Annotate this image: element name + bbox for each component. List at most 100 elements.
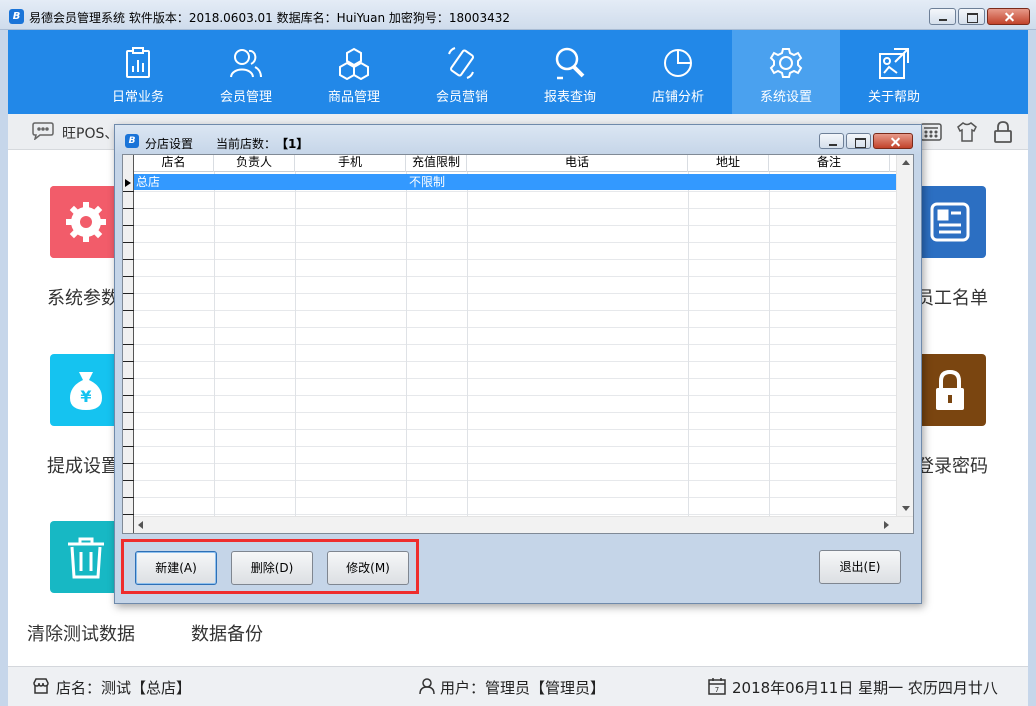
grid-row-line (134, 412, 896, 413)
branch-settings-dialog: B 分店设置 当前店数： 【1】 店名 负责人 手机 充值限制 电话 地址 备注… (114, 124, 922, 604)
grid-row-line (134, 395, 896, 396)
row-header-line (123, 395, 134, 396)
column-header-address[interactable]: 地址 (688, 155, 769, 172)
app-logo-icon: B (125, 134, 139, 148)
chat-icon[interactable] (32, 122, 54, 140)
column-header-manager[interactable]: 负责人 (214, 155, 295, 172)
row-header-line (123, 191, 134, 192)
nav-store-analysis[interactable]: 店铺分析 (624, 30, 732, 114)
nav-product-management[interactable]: 商品管理 (300, 30, 408, 114)
new-button[interactable]: 新建(A) (135, 551, 217, 585)
staff-list-tile[interactable] (914, 186, 986, 258)
lock-icon[interactable] (992, 121, 1014, 143)
login-password-label: 登录密码 (916, 456, 988, 477)
pie-chart-icon (664, 49, 692, 77)
nav-label: 系统设置 (759, 90, 812, 105)
maximize-button[interactable] (958, 8, 985, 25)
grid-row-line (134, 446, 896, 447)
branch-grid[interactable]: 店名 负责人 手机 充值限制 电话 地址 备注 总店 不限制 (122, 154, 914, 534)
row-header-line (123, 327, 134, 328)
grid-row-line (134, 242, 896, 243)
grid-column-line (406, 172, 407, 516)
document-list-icon (930, 202, 970, 242)
horizontal-scrollbar[interactable] (134, 516, 913, 533)
nav-daily-business[interactable]: 日常业务 (84, 30, 192, 114)
window-frame-right (1028, 30, 1036, 706)
grid-row-line (134, 480, 896, 481)
column-header-note[interactable]: 备注 (769, 155, 890, 172)
scroll-up-icon[interactable] (902, 160, 910, 165)
users-icon (230, 49, 262, 78)
column-header-store-name[interactable]: 店名 (134, 155, 214, 172)
column-header-recharge-limit[interactable]: 充值限制 (406, 155, 467, 172)
nav-label: 关于帮助 (867, 90, 920, 105)
grid-row-line (134, 259, 896, 260)
grid-column-line (467, 172, 468, 516)
table-row[interactable] (134, 174, 896, 190)
nav-label: 日常业务 (111, 90, 164, 105)
user-icon (419, 678, 435, 695)
row-header-line (123, 446, 134, 447)
row-header-line (123, 412, 134, 413)
gear-icon (66, 202, 106, 242)
grid-row-line (134, 429, 896, 430)
pos-link[interactable]: 旺POS、 (62, 123, 118, 143)
edit-button[interactable]: 修改(M) (327, 551, 409, 585)
boxes-icon (339, 47, 369, 80)
app-logo-icon: B (9, 9, 24, 24)
login-password-tile[interactable] (914, 354, 986, 426)
scroll-right-icon[interactable] (884, 521, 889, 529)
phone-icon (448, 47, 475, 79)
grid-row-line (134, 514, 896, 515)
exit-button[interactable]: 退出(E) (819, 550, 901, 584)
scroll-down-icon[interactable] (902, 506, 910, 511)
dialog-title: 分店设置 (145, 137, 194, 151)
grid-column-line (295, 172, 296, 516)
nav-member-marketing[interactable]: 会员营销 (408, 30, 516, 114)
row-header-column (123, 155, 134, 533)
nav-member-management[interactable]: 会员管理 (192, 30, 300, 114)
user-status: 用户：管理员【管理员】 (440, 679, 606, 697)
grid-row-line (134, 463, 896, 464)
shirt-icon[interactable] (956, 121, 978, 143)
grid-row-line (134, 191, 896, 192)
calculator-icon[interactable] (920, 121, 942, 143)
nav-report-query[interactable]: 报表查询 (516, 30, 624, 114)
row-header-line (123, 497, 134, 498)
title-bar: B 易德会员管理系统 软件版本：2018.0603.01 数据库名：HuiYua… (0, 0, 1036, 30)
grid-header: 店名 负责人 手机 充值限制 电话 地址 备注 (134, 155, 896, 172)
minimize-button[interactable] (929, 8, 956, 25)
clear-test-data-label: 清除测试数据 (27, 624, 135, 645)
close-button[interactable] (987, 8, 1030, 25)
dialog-minimize-button[interactable] (819, 133, 844, 149)
top-nav: 日常业务 会员管理 商品管理 会员营销 报表查询 店铺分析 系统设置 关于帮助 (8, 30, 1028, 114)
current-row-indicator-icon (125, 179, 131, 187)
help-icon (879, 48, 909, 79)
column-header-mobile[interactable]: 手机 (295, 155, 406, 172)
row-header-line (123, 378, 134, 379)
nav-system-settings[interactable]: 系统设置 (732, 30, 840, 114)
store-name-status: 店名：测试【总店】 (56, 679, 192, 697)
grid-column-line (214, 172, 215, 516)
data-backup-label[interactable]: 数据备份 (191, 620, 263, 646)
delete-button[interactable]: 删除(D) (231, 551, 313, 585)
vertical-scrollbar[interactable] (896, 155, 913, 516)
column-header-phone[interactable]: 电话 (467, 155, 688, 172)
grid-row-line (134, 327, 896, 328)
nav-about-help[interactable]: 关于帮助 (840, 30, 948, 114)
grid-row-line (134, 276, 896, 277)
dialog-close-button[interactable] (873, 133, 913, 149)
scroll-left-icon[interactable] (138, 521, 143, 529)
nav-label: 会员营销 (435, 90, 488, 105)
clear-test-data-tile[interactable] (50, 521, 122, 593)
calendar-icon: 7 (708, 678, 726, 695)
commission-tile[interactable]: ¥ (50, 354, 122, 426)
dialog-maximize-button[interactable] (846, 133, 871, 149)
nav-label: 店铺分析 (651, 90, 704, 105)
row-header-line (123, 225, 134, 226)
status-bar: 店名：测试【总店】 用户：管理员【管理员】 7 2018年06月11日 星期一 … (8, 666, 1028, 706)
trash-icon (68, 537, 104, 579)
row-header-line (123, 480, 134, 481)
system-params-tile[interactable] (50, 186, 122, 258)
grid-row-line (134, 310, 896, 311)
